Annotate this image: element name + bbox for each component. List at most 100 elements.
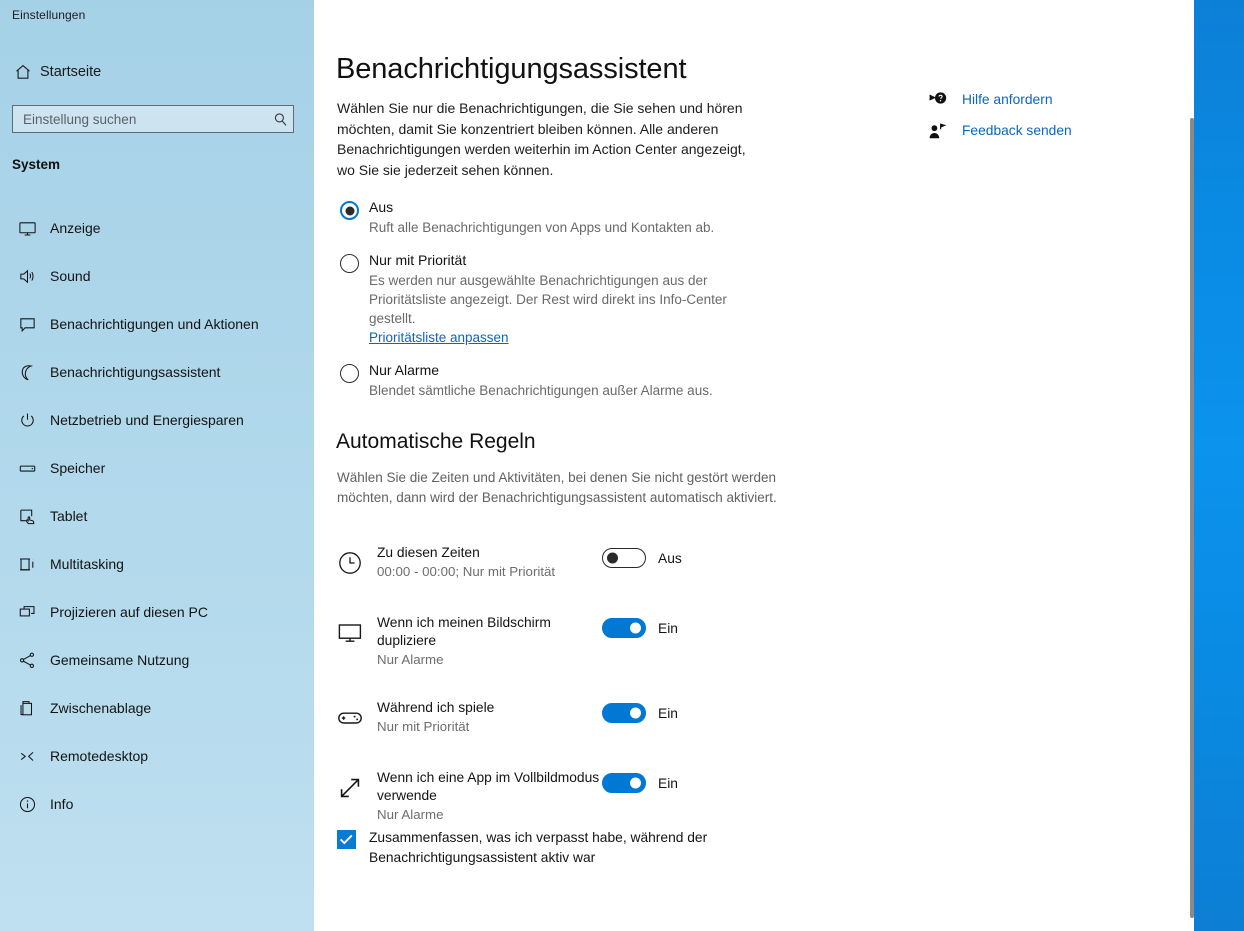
rule-toggle-wrap: Aus xyxy=(602,540,682,568)
chat-bubble-icon xyxy=(10,315,44,334)
sidebar-home-label: Startseite xyxy=(40,64,102,80)
radio-label: Aus xyxy=(369,199,394,215)
toggle-switch[interactable] xyxy=(602,703,646,723)
radio-description: Blendet sämtliche Benachrichtigungen auß… xyxy=(369,383,713,398)
automatic-rules-list: Zu diesen Zeiten 00:00 - 00:00; Nur mit … xyxy=(337,540,797,850)
rule-toggle-wrap: Ein xyxy=(602,765,678,793)
search-icon[interactable] xyxy=(267,112,293,127)
screen: Einstellungen Startseite Einstellung suc… xyxy=(0,0,1244,931)
radio-option-nur-mit-prioritaet[interactable]: Nur mit Priorität Es werden nur ausgewäh… xyxy=(337,251,767,348)
toggle-state-label: Ein xyxy=(658,705,678,721)
rule-name: Zu diesen Zeiten xyxy=(377,545,480,560)
window-title: Einstellungen xyxy=(12,8,86,22)
summary-checkbox-label: Zusammenfassen, was ich verpasst habe, w… xyxy=(369,830,708,865)
rule-text: Wenn ich eine App im Vollbildmodus verwe… xyxy=(377,765,602,824)
sidebar-nav: Anzeige Sound Benachrichtigungen und Akt… xyxy=(0,204,314,828)
toggle-switch[interactable] xyxy=(602,548,646,568)
sidebar-item-remotedesktop[interactable]: Remotedesktop xyxy=(0,732,314,780)
rule-toggle-wrap: Ein xyxy=(602,695,678,723)
sidebar-item-label: Remotedesktop xyxy=(50,748,149,764)
radio-label: Nur mit Priorität xyxy=(369,252,467,268)
sidebar-item-label: Netzbetrieb und Energiesparen xyxy=(50,412,244,428)
sidebar-item-anzeige[interactable]: Anzeige xyxy=(0,204,314,252)
drive-icon xyxy=(10,459,44,478)
speaker-icon xyxy=(10,267,44,286)
sidebar-item-label: Tablet xyxy=(50,508,88,524)
help-link-send-feedback[interactable]: Feedback senden xyxy=(922,115,1072,146)
desktop-background xyxy=(1194,0,1244,931)
radio-indicator[interactable] xyxy=(340,201,359,220)
sidebar-item-sound[interactable]: Sound xyxy=(0,252,314,300)
power-icon xyxy=(10,411,44,430)
info-icon xyxy=(10,795,44,814)
help-links: Hilfe anfordern Feedback senden xyxy=(922,84,1072,146)
sidebar-item-projizieren[interactable]: Projizieren auf diesen PC xyxy=(0,588,314,636)
rule-name: Wenn ich meinen Bildschirm dupliziere xyxy=(377,615,551,648)
page-intro-text: Wählen Sie nur die Benachrichtigungen, d… xyxy=(337,100,746,178)
project-screen-icon xyxy=(10,603,44,622)
sidebar-item-label: Sound xyxy=(50,268,91,284)
page-title: Benachrichtigungsassistent xyxy=(336,53,687,85)
toggle-state-label: Ein xyxy=(658,620,678,636)
sidebar-item-home[interactable]: Startseite xyxy=(6,56,306,88)
clock-icon xyxy=(337,540,377,576)
sidebar-item-multitasking[interactable]: Multitasking xyxy=(0,540,314,588)
sidebar-item-label: Projizieren auf diesen PC xyxy=(50,604,208,620)
monitor-icon xyxy=(337,610,377,646)
sidebar-item-info[interactable]: Info xyxy=(0,780,314,828)
sidebar-item-benachrichtigungen[interactable]: Benachrichtigungen und Aktionen xyxy=(0,300,314,348)
search-input[interactable] xyxy=(13,111,267,127)
toggle-state-label: Aus xyxy=(658,550,682,566)
help-link-label: Feedback senden xyxy=(962,123,1072,138)
radio-option-nur-alarme[interactable]: Nur Alarme Blendet sämtliche Benachricht… xyxy=(337,361,767,400)
rule-subtitle: Nur Alarme xyxy=(377,807,444,822)
settings-window: Einstellungen Startseite Einstellung suc… xyxy=(0,0,1194,931)
sidebar-item-label: Speicher xyxy=(50,460,106,476)
radio-indicator[interactable] xyxy=(340,364,359,383)
help-link-label: Hilfe anfordern xyxy=(962,92,1053,107)
rule-text: Wenn ich meinen Bildschirm dupliziere Nu… xyxy=(377,610,602,669)
multitasking-icon xyxy=(10,555,44,574)
toggle-state-label: Ein xyxy=(658,775,678,791)
sidebar-item-gemeinsame-nutzung[interactable]: Gemeinsame Nutzung xyxy=(0,636,314,684)
checkbox-indicator[interactable] xyxy=(337,830,356,849)
rule-row-zu-diesen-zeiten[interactable]: Zu diesen Zeiten 00:00 - 00:00; Nur mit … xyxy=(337,540,797,584)
vertical-scrollbar[interactable] xyxy=(1190,118,1194,918)
moon-icon xyxy=(10,363,44,382)
sidebar-item-label: Multitasking xyxy=(50,556,124,572)
rule-row-waehrend-ich-spiele[interactable]: Während ich spiele Nur mit Priorität Ein xyxy=(337,695,797,739)
automatic-rules-description: Wählen Sie die Zeiten und Aktivitäten, b… xyxy=(337,470,777,505)
rule-subtitle: 00:00 - 00:00; Nur mit Priorität xyxy=(377,564,556,579)
sidebar-item-netzbetrieb[interactable]: Netzbetrieb und Energiesparen xyxy=(0,396,314,444)
sidebar-item-label: Anzeige xyxy=(50,220,101,236)
rule-name: Während ich spiele xyxy=(377,700,495,715)
home-icon xyxy=(6,63,40,81)
share-icon xyxy=(10,651,44,670)
rule-subtitle: Nur mit Priorität xyxy=(377,719,470,734)
rule-row-bildschirm-duplizieren[interactable]: Wenn ich meinen Bildschirm dupliziere Nu… xyxy=(337,610,797,669)
radio-option-aus[interactable]: Aus Ruft alle Benachrichtigungen von App… xyxy=(337,198,767,237)
monitor-icon xyxy=(10,219,44,238)
rule-row-vollbildmodus[interactable]: Wenn ich eine App im Vollbildmodus verwe… xyxy=(337,765,797,824)
sidebar-item-zwischenablage[interactable]: Zwischenablage xyxy=(0,684,314,732)
sidebar-item-tablet[interactable]: Tablet xyxy=(0,492,314,540)
radio-description: Ruft alle Benachrichtigungen von Apps un… xyxy=(369,220,715,235)
remote-desktop-icon xyxy=(10,747,44,766)
summary-checkbox-row[interactable]: Zusammenfassen, was ich verpasst habe, w… xyxy=(337,828,757,868)
adjust-priority-list-link[interactable]: Prioritätsliste anpassen xyxy=(369,328,509,348)
sidebar-item-label: Benachrichtigungsassistent xyxy=(50,364,221,380)
toggle-switch[interactable] xyxy=(602,773,646,793)
sidebar-item-benachrichtigungsassistent[interactable]: Benachrichtigungsassistent xyxy=(0,348,314,396)
search-box[interactable] xyxy=(12,105,294,133)
sidebar-item-label: Benachrichtigungen und Aktionen xyxy=(50,316,259,332)
focus-mode-radio-group: Aus Ruft alle Benachrichtigungen von App… xyxy=(337,198,767,400)
sidebar-item-speicher[interactable]: Speicher xyxy=(0,444,314,492)
radio-indicator[interactable] xyxy=(340,254,359,273)
sidebar-group-title: System xyxy=(12,157,61,172)
main-content: Benachrichtigungsassistent Wählen Sie nu… xyxy=(314,0,1194,931)
help-link-request-help[interactable]: Hilfe anfordern xyxy=(922,84,1072,115)
radio-description: Es werden nur ausgewählte Benachrichtigu… xyxy=(369,273,727,326)
clipboard-icon xyxy=(10,699,44,718)
toggle-switch[interactable] xyxy=(602,618,646,638)
rule-text: Während ich spiele Nur mit Priorität xyxy=(377,695,602,736)
